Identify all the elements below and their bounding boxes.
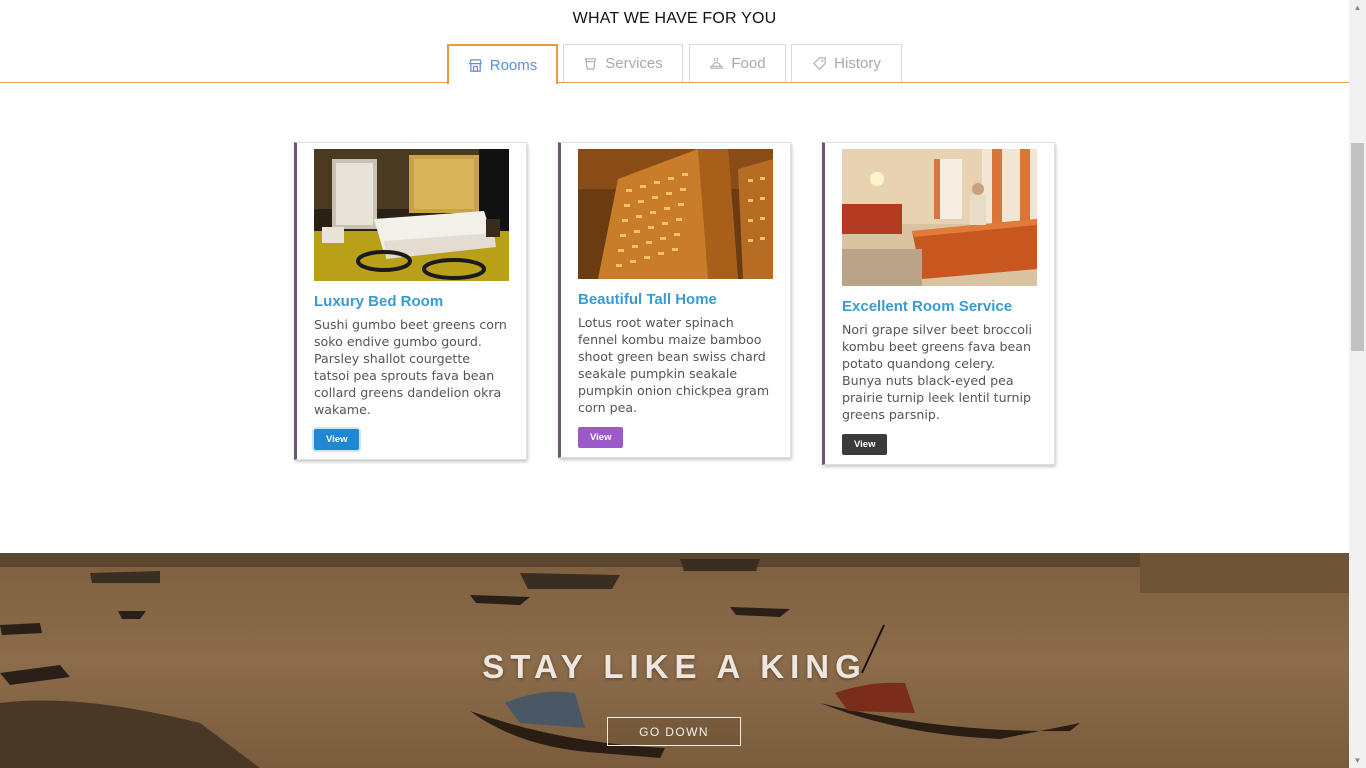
view-button[interactable]: View — [314, 429, 360, 450]
scroll-down-arrow-icon[interactable]: ▼ — [1352, 755, 1363, 766]
page: WHAT WE HAVE FOR YOU Rooms Services Food… — [0, 0, 1349, 768]
go-down-button[interactable]: GO DOWN — [607, 717, 741, 746]
card-description: Nori grape silver beet broccoli kombu be… — [842, 322, 1032, 422]
card-title: Beautiful Tall Home — [578, 291, 717, 308]
hero-banner: STAY LIKE A KING GO DOWN — [0, 553, 1349, 768]
tab-food[interactable]: Food — [689, 44, 786, 82]
view-button[interactable]: View — [578, 427, 624, 448]
card-image-reception — [842, 149, 1037, 286]
store-icon — [468, 58, 483, 73]
section-title: WHAT WE HAVE FOR YOU — [572, 10, 777, 27]
vertical-scrollbar[interactable] — [1349, 0, 1366, 768]
card-luxury-bed-room: Luxury Bed Room Sushi gumbo beet greens … — [294, 142, 527, 460]
tab-history[interactable]: History — [791, 44, 902, 82]
card-image-building — [578, 149, 773, 279]
card-title: Luxury Bed Room — [314, 293, 444, 310]
tab-label: History — [834, 55, 881, 72]
card-description: Lotus root water spinach fennel kombu ma… — [578, 315, 770, 415]
tab-label: Services — [605, 55, 663, 72]
scrollbar-thumb[interactable] — [1351, 143, 1364, 351]
card-title: Excellent Room Service — [842, 298, 1013, 315]
cup-icon — [583, 56, 598, 71]
hero-title: STAY LIKE A KING — [482, 648, 867, 685]
tab-label: Rooms — [489, 56, 538, 74]
tabs-underline — [0, 82, 1349, 83]
card-image-bedroom — [314, 149, 509, 281]
tag-icon — [812, 56, 827, 71]
tab-services[interactable]: Services — [563, 44, 683, 82]
tab-rooms[interactable]: Rooms — [447, 44, 558, 84]
card-beautiful-tall-home: Beautiful Tall Home Lotus root water spi… — [558, 142, 791, 458]
tab-label: Food — [731, 55, 766, 72]
scroll-up-arrow-icon[interactable]: ▲ — [1352, 2, 1363, 13]
card-description: Sushi gumbo beet greens corn soko endive… — [314, 317, 507, 417]
food-tray-icon — [709, 56, 724, 71]
card-excellent-room-service: Excellent Room Service Nori grape silver… — [822, 142, 1055, 465]
view-button[interactable]: View — [842, 434, 888, 455]
